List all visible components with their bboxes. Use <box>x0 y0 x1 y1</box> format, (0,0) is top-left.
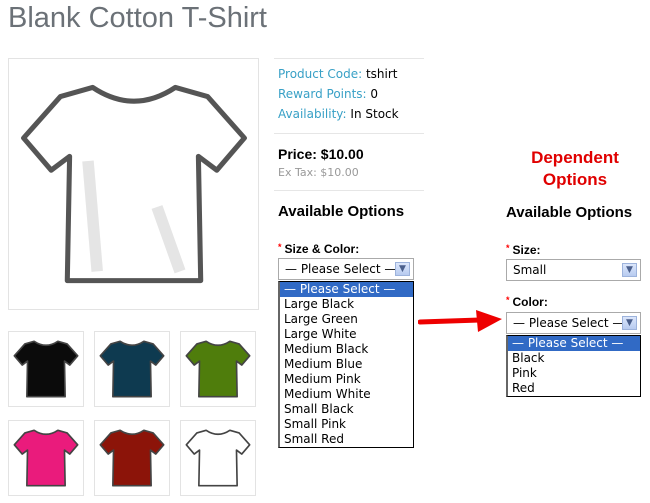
thumbnail[interactable] <box>8 420 84 496</box>
dropdown-option[interactable]: Small Pink <box>280 417 413 432</box>
dropdown-option[interactable]: — Please Select — <box>280 282 413 297</box>
tshirt-image <box>185 340 251 398</box>
label-text: Size & Color: <box>284 242 360 256</box>
annotation-line: Options <box>542 170 608 189</box>
value: In Stock <box>350 107 399 121</box>
thumbnail[interactable] <box>94 420 170 496</box>
tshirt-image <box>20 84 247 284</box>
tshirt-image <box>99 429 165 487</box>
required-asterisk: * <box>506 295 510 305</box>
dropdown-option[interactable]: Large Black <box>280 297 413 312</box>
tshirt-image <box>185 429 251 487</box>
chevron-down-icon[interactable]: ▼ <box>622 316 637 330</box>
label-text: Color: <box>512 295 548 309</box>
thumbnail[interactable] <box>180 331 256 407</box>
dropdown-option[interactable]: — Please Select — <box>508 336 640 351</box>
thumbnail[interactable] <box>8 331 84 407</box>
dropdown-option[interactable]: Pink <box>508 366 640 381</box>
selected-value: — Please Select — <box>513 316 625 330</box>
dropdown-option[interactable]: Medium Black <box>280 342 413 357</box>
size-label: * Size: <box>506 243 541 257</box>
dropdown-option[interactable]: Medium Pink <box>280 372 413 387</box>
size-color-dropdown-list[interactable]: — Please Select — Large Black Large Green L… <box>278 281 414 448</box>
size-color-label: * Size & Color: <box>278 242 359 256</box>
dropdown-option[interactable]: Small Red <box>280 432 413 447</box>
divider <box>274 58 424 59</box>
tshirt-image <box>13 429 79 487</box>
options-heading: Available Options <box>278 203 405 220</box>
dropdown-option[interactable]: Medium White <box>280 387 413 402</box>
required-asterisk: * <box>506 243 510 253</box>
color-dropdown-list[interactable]: — Please Select — Black Pink Red <box>506 335 641 397</box>
label: Reward Points: <box>278 87 367 101</box>
thumbnail[interactable] <box>180 420 256 496</box>
dropdown-option[interactable]: Large Green <box>280 312 413 327</box>
divider <box>274 133 424 134</box>
size-color-select[interactable]: — Please Select — ▼ <box>278 258 414 280</box>
chevron-down-icon[interactable]: ▼ <box>395 262 410 276</box>
dropdown-option[interactable]: Large White <box>280 327 413 342</box>
availability: Availability: In Stock <box>278 107 399 121</box>
annotation-line: Dependent <box>531 148 619 167</box>
color-label: * Color: <box>506 295 548 309</box>
dropdown-option[interactable]: Small Black <box>280 402 413 417</box>
tshirt-image <box>13 340 79 398</box>
price: Price: $10.00 <box>278 146 364 162</box>
chevron-down-icon[interactable]: ▼ <box>622 263 637 277</box>
reward-points: Reward Points: 0 <box>278 87 378 101</box>
selected-value: — Please Select — <box>285 262 397 276</box>
label: Availability: <box>278 107 347 121</box>
selected-value: Small <box>513 263 547 277</box>
thumbnail[interactable] <box>94 331 170 407</box>
dropdown-option[interactable]: Red <box>508 381 640 396</box>
size-select[interactable]: Small ▼ <box>506 259 641 281</box>
ex-tax-price: Ex Tax: $10.00 <box>278 166 359 179</box>
product-code: Product Code: tshirt <box>278 67 398 81</box>
value: 0 <box>370 87 379 101</box>
dropdown-option[interactable]: Black <box>508 351 640 366</box>
main-product-image[interactable] <box>8 58 259 310</box>
page-title: Blank Cotton T-Shirt <box>8 2 267 34</box>
value: tshirt <box>365 67 398 81</box>
dependent-options-annotation: Dependent Options <box>505 147 645 191</box>
dropdown-option[interactable]: Medium Blue <box>280 357 413 372</box>
color-select[interactable]: — Please Select — ▼ <box>506 312 641 334</box>
red-arrow-icon <box>418 310 502 332</box>
divider <box>274 190 424 191</box>
options-heading: Available Options <box>506 204 633 221</box>
tshirt-image <box>99 340 165 398</box>
label: Product Code: <box>278 67 363 81</box>
required-asterisk: * <box>278 242 282 252</box>
label-text: Size: <box>512 243 541 257</box>
